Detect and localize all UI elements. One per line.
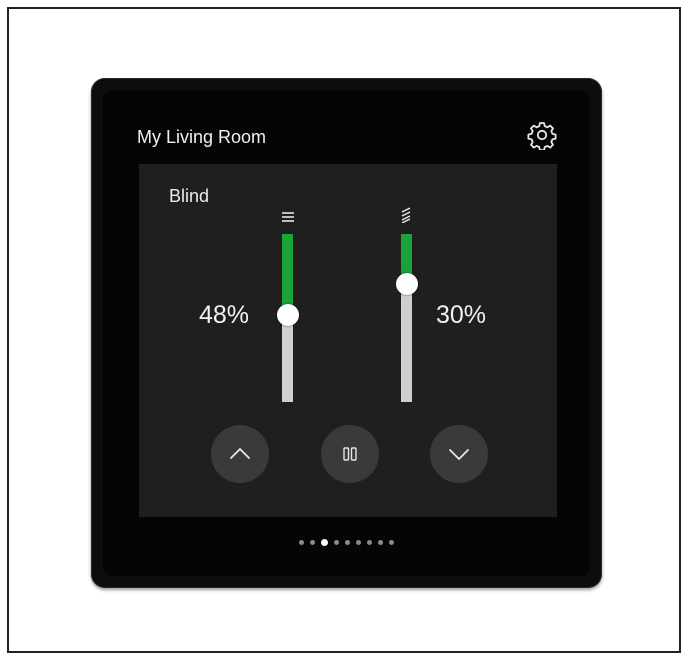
wall-panel-device: My Living Room Blind 48% 30% — [91, 78, 602, 588]
down-button[interactable] — [430, 425, 488, 483]
tilt-percent-label: 30% — [436, 301, 487, 329]
card-title: Blind — [169, 186, 210, 206]
up-button[interactable] — [211, 425, 269, 483]
position-slider[interactable] — [276, 234, 299, 402]
page-dot[interactable] — [367, 540, 372, 545]
page-dot[interactable] — [345, 540, 350, 545]
position-lines-icon — [280, 209, 296, 225]
blind-card: Blind 48% 30% — [139, 164, 557, 517]
page-dot[interactable] — [389, 540, 394, 545]
room-title: My Living Room — [137, 127, 267, 147]
chevron-down-icon — [449, 449, 469, 460]
touch-screen: My Living Room Blind 48% 30% — [103, 90, 590, 576]
page-dot[interactable] — [334, 540, 339, 545]
position-slider-handle[interactable] — [276, 304, 299, 326]
chevron-up-icon — [230, 448, 250, 459]
tilt-slider[interactable] — [395, 234, 418, 402]
page-dot[interactable] — [299, 540, 304, 545]
page-dot[interactable] — [378, 540, 383, 545]
page-dot[interactable] — [321, 539, 328, 546]
pause-icon — [343, 447, 357, 461]
stop-button[interactable] — [321, 425, 379, 483]
page-dot[interactable] — [356, 540, 361, 545]
position-slider-fill — [282, 234, 293, 315]
position-percent-label: 48% — [199, 301, 250, 329]
slat-tilt-icon — [398, 207, 414, 224]
page-dot[interactable] — [310, 540, 315, 545]
gear-icon[interactable] — [527, 120, 557, 152]
tilt-slider-handle[interactable] — [395, 273, 418, 295]
page-indicator — [103, 539, 590, 546]
